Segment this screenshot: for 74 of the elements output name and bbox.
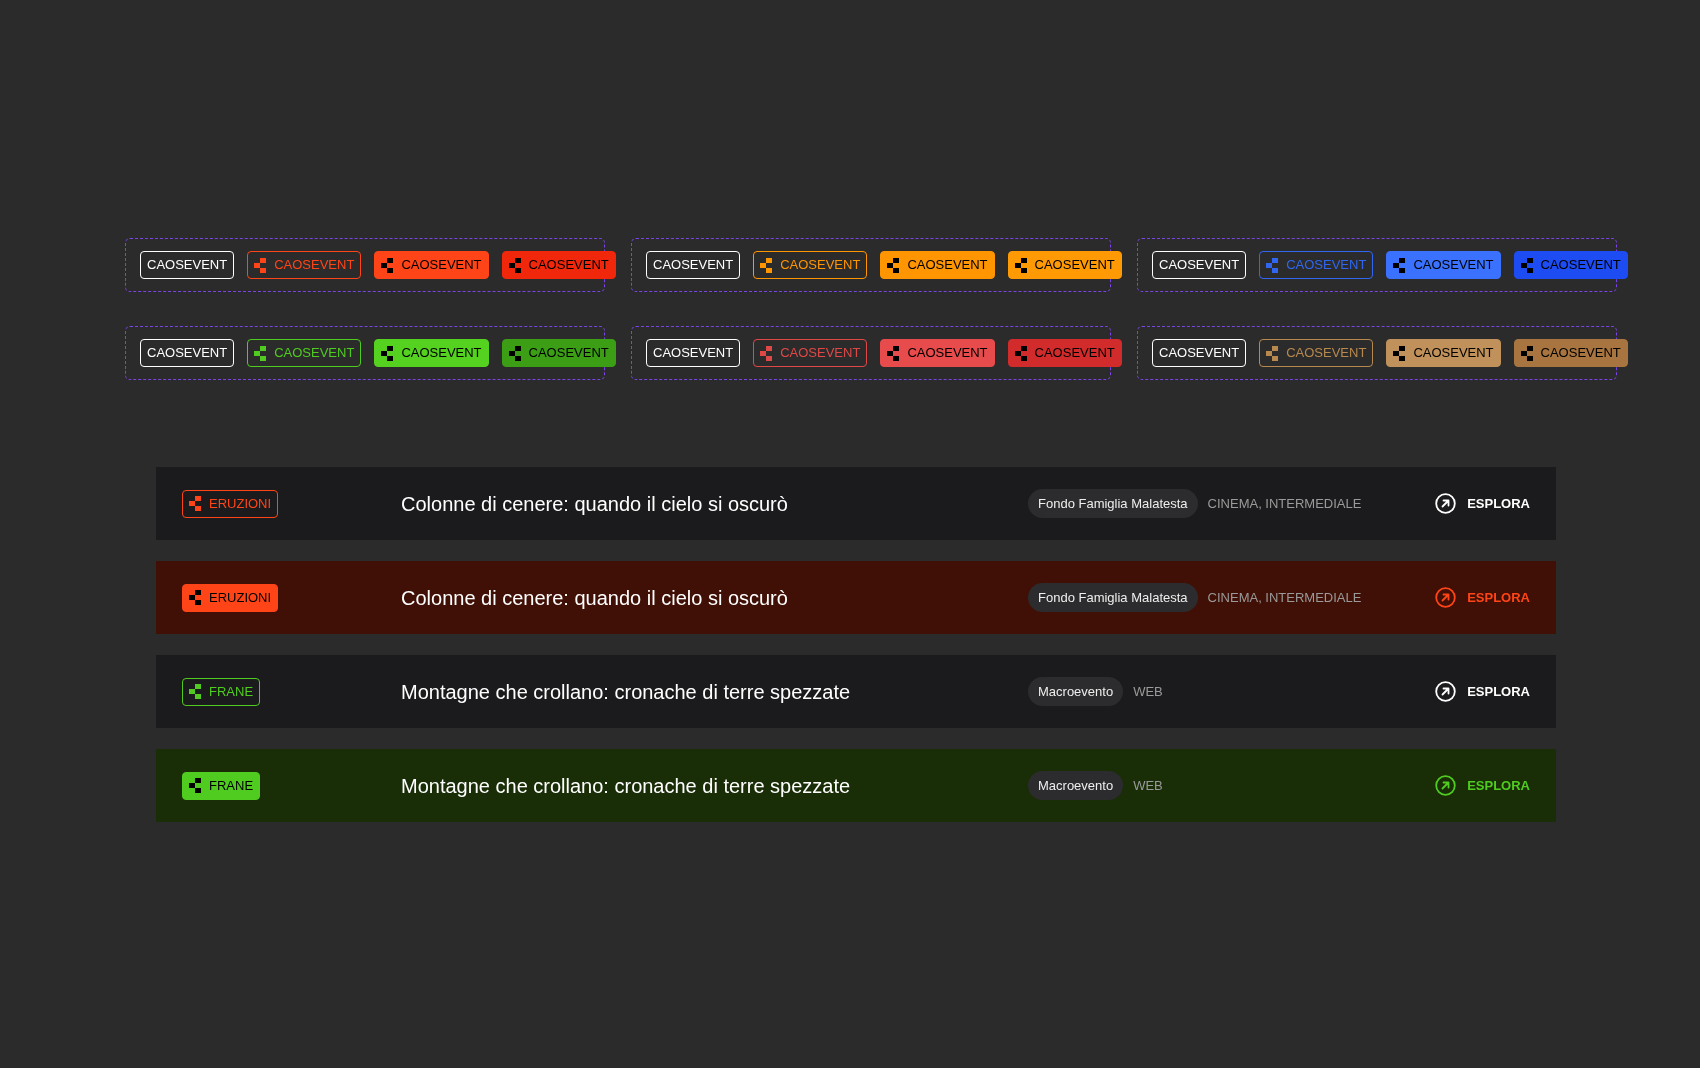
- event-title: Montagne che crollano: cronache di terre spezzate: [401, 679, 852, 705]
- event-badge: CAOSEVENT: [140, 251, 235, 279]
- event-badge: CAOSEVENT: [1152, 251, 1247, 279]
- badge-label: CAOSEVENT: [1540, 256, 1621, 275]
- pixel-icon: [1014, 257, 1027, 273]
- badge-label: CAOSEVENT: [274, 256, 355, 275]
- explore-link[interactable]: ESPLORA: [1435, 775, 1530, 796]
- event-badge: CAOSEVENT: [1152, 339, 1247, 367]
- source-pill: Fondo Famiglia Malatesta: [1028, 488, 1198, 519]
- pixel-icon: [1014, 345, 1027, 361]
- event-row[interactable]: ERUZIONI Colonne di cenere: quando il cielo si oscurò Fondo Famiglia Malatesta CINEMA, INTERMEDIALE ESPLORA: [156, 467, 1556, 540]
- event-categories: WEB: [1133, 776, 1163, 795]
- event-title: Colonne di cenere: quando il cielo si oscurò: [401, 491, 789, 517]
- badge-label: CAOSEVENT: [780, 256, 861, 275]
- pixel-icon: [760, 345, 773, 361]
- badge-label: CAOSEVENT: [274, 344, 355, 363]
- source-pill: Fondo Famiglia Malatesta: [1028, 582, 1198, 613]
- explore-link[interactable]: ESPLORA: [1435, 493, 1530, 514]
- arrow-circle-icon: [1435, 493, 1457, 514]
- event-row[interactable]: FRANE Montagne che crollano: cronache di terre spezzate Macroevento WEB ESPLORA: [156, 749, 1556, 822]
- event-title: Montagne che crollano: cronache di terre spezzate: [401, 773, 852, 799]
- pixel-icon: [189, 590, 201, 605]
- pixel-icon: [1266, 345, 1279, 361]
- pixel-icon: [1393, 257, 1406, 273]
- badge-label: CAOSEVENT: [1540, 344, 1621, 363]
- pixel-icon: [760, 257, 773, 273]
- badge-label: CAOSEVENT: [1034, 344, 1115, 363]
- pixel-icon: [1266, 257, 1279, 273]
- event-title: Colonne di cenere: quando il cielo si oscurò: [401, 585, 789, 611]
- badge-label: CAOSEVENT: [401, 344, 482, 363]
- pixel-icon: [254, 257, 267, 273]
- pixel-icon: [508, 345, 521, 361]
- pixel-icon: [508, 257, 521, 273]
- badge-label: CAOSEVENT: [528, 256, 609, 275]
- badge-label: CAOSEVENT: [1286, 256, 1367, 275]
- badge-label: CAOSEVENT: [401, 256, 482, 275]
- explore-link[interactable]: ESPLORA: [1435, 587, 1530, 608]
- badge-label: CAOSEVENT: [1413, 344, 1494, 363]
- badge-label: CAOSEVENT: [907, 344, 988, 363]
- badge-label: ERUZIONI: [209, 588, 272, 607]
- badge-label: CAOSEVENT: [1286, 344, 1367, 363]
- badge-label: FRANE: [209, 682, 254, 701]
- arrow-circle-icon: [1435, 587, 1457, 608]
- badge-label: CAOSEVENT: [1034, 256, 1115, 275]
- event-badge: CAOSEVENT: [140, 339, 235, 367]
- pixel-icon: [1520, 257, 1533, 273]
- event-categories: WEB: [1133, 682, 1163, 701]
- event-badge: CAOSEVENT: [646, 339, 741, 367]
- pixel-icon: [254, 345, 267, 361]
- event-categories: CINEMA, INTERMEDIALE: [1207, 494, 1362, 513]
- source-pill: Macroevento: [1028, 770, 1124, 801]
- pixel-icon: [189, 684, 201, 699]
- explore-link[interactable]: ESPLORA: [1435, 681, 1530, 702]
- badge-label: FRANE: [209, 776, 254, 795]
- badge-label: CAOSEVENT: [1413, 256, 1494, 275]
- badge-label: CAOSEVENT: [907, 256, 988, 275]
- pixel-icon: [381, 257, 394, 273]
- pixel-icon: [887, 345, 900, 361]
- badge-label: CAOSEVENT: [780, 344, 861, 363]
- source-pill: Macroevento: [1028, 676, 1124, 707]
- pixel-icon: [381, 345, 394, 361]
- badge-label: ERUZIONI: [209, 494, 272, 513]
- pixel-icon: [189, 778, 201, 793]
- arrow-circle-icon: [1435, 775, 1457, 796]
- pixel-icon: [887, 257, 900, 273]
- badge-label: CAOSEVENT: [528, 344, 609, 363]
- pixel-icon: [1520, 345, 1533, 361]
- event-row[interactable]: ERUZIONI Colonne di cenere: quando il cielo si oscurò Fondo Famiglia Malatesta CINEMA, INTERMEDIALE ESPLORA: [156, 561, 1556, 634]
- event-badge: CAOSEVENT: [646, 251, 741, 279]
- event-categories: CINEMA, INTERMEDIALE: [1207, 588, 1362, 607]
- event-row[interactable]: FRANE Montagne che crollano: cronache di terre spezzate Macroevento WEB ESPLORA: [156, 655, 1556, 728]
- arrow-circle-icon: [1435, 681, 1457, 702]
- pixel-icon: [189, 496, 201, 511]
- pixel-icon: [1393, 345, 1406, 361]
